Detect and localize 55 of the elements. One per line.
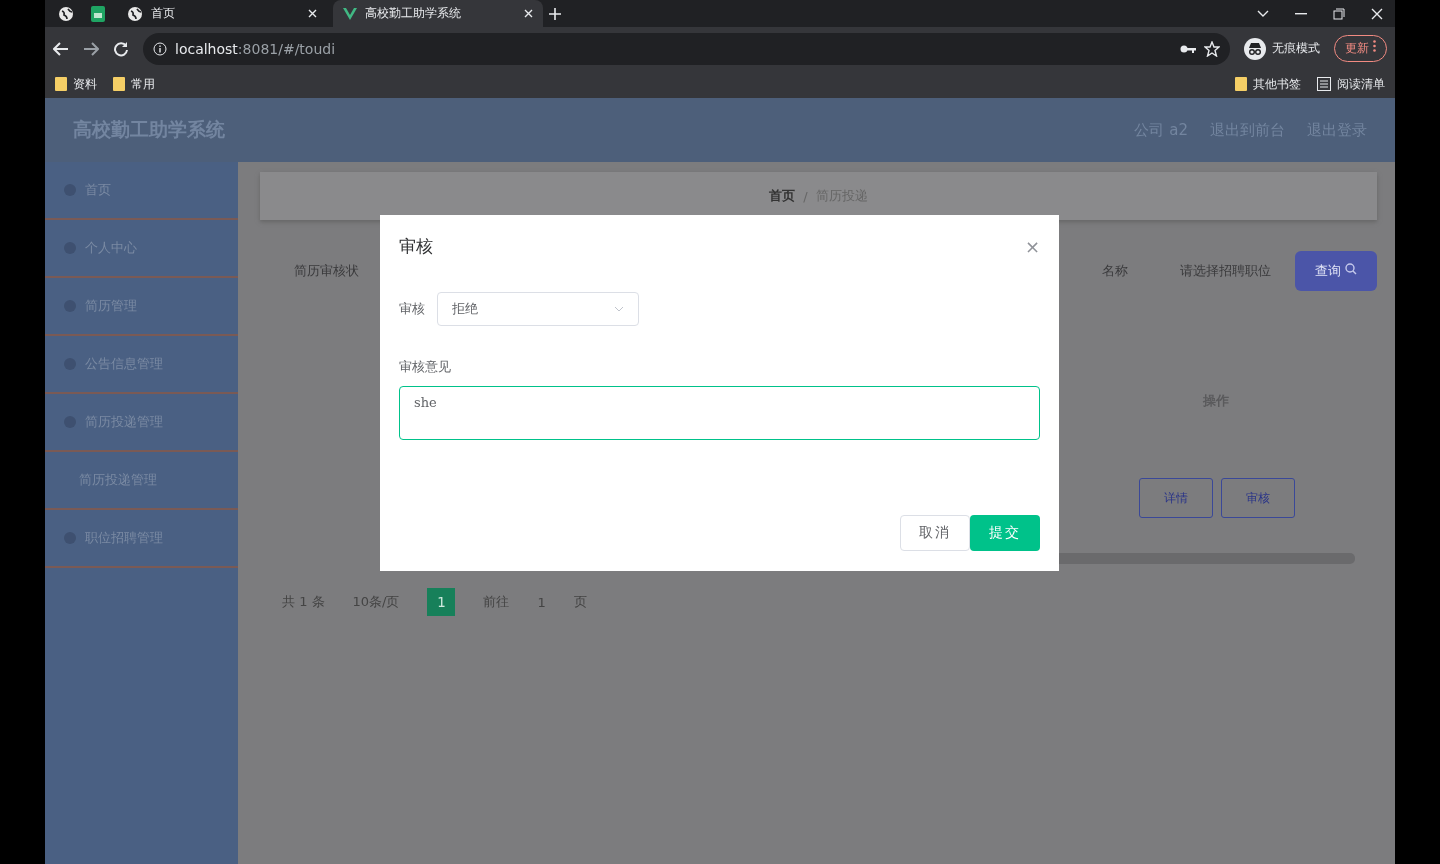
more-icon[interactable]: [1373, 40, 1376, 52]
globe-icon: [58, 5, 74, 22]
v-logo-icon: [343, 7, 357, 20]
search-label: 名称: [1102, 262, 1128, 280]
cancel-button[interactable]: 取消: [900, 515, 970, 551]
chevron-down-icon[interactable]: [1257, 9, 1269, 18]
query-button[interactable]: 查询: [1295, 251, 1377, 291]
goto-label: 前往: [483, 593, 510, 611]
goto-suffix: 页: [573, 593, 587, 611]
bookmark-folder-icon: [1235, 77, 1247, 91]
row-action-button[interactable]: 详情: [1139, 478, 1213, 518]
dialog-title: 审核: [399, 235, 433, 258]
close-tab-icon[interactable]: [524, 9, 533, 18]
page-button[interactable]: 1: [427, 588, 456, 616]
profile-label: 无痕模式: [1272, 40, 1321, 57]
search-label: 简历审核状: [294, 262, 359, 280]
globe-icon: [127, 5, 143, 22]
reading-list-icon[interactable]: [1317, 77, 1331, 91]
reading-list-label[interactable]: 阅读清单: [1337, 75, 1385, 93]
opinion-textarea[interactable]: she: [399, 386, 1040, 440]
reload-icon[interactable]: [113, 40, 129, 57]
bookmark[interactable]: 资料: [73, 75, 97, 93]
review-select[interactable]: 拒绝: [437, 292, 639, 326]
total-count: 共 1 条: [282, 593, 325, 611]
key-icon[interactable]: [1180, 43, 1197, 54]
breadcrumb-separator: /: [803, 188, 808, 204]
new-tab-icon[interactable]: [549, 7, 561, 20]
position-select[interactable]: 请选择招聘职位: [1180, 262, 1271, 280]
close-tab-icon[interactable]: [308, 9, 317, 18]
forward-icon[interactable]: [83, 41, 99, 56]
bookmark-folder-icon: [55, 77, 67, 91]
browser-tab[interactable]: 首页: [117, 0, 327, 27]
chevron-down-icon: [614, 306, 624, 312]
minimize-icon[interactable]: [1295, 12, 1307, 15]
submit-button[interactable]: 提交: [970, 515, 1040, 551]
close-icon[interactable]: [1371, 7, 1383, 20]
restore-icon[interactable]: [1333, 7, 1345, 20]
goto-page-field[interactable]: 1: [537, 594, 546, 610]
field-label: 审核意见: [399, 358, 452, 376]
close-button[interactable]: ×: [1024, 235, 1040, 257]
bookmark-folder-icon: [113, 77, 125, 91]
info-icon: [153, 41, 167, 56]
address-bar[interactable]: localhost:8081/#/toudi: [143, 32, 1231, 65]
breadcrumb-item[interactable]: 首页: [769, 187, 796, 205]
page-size-select[interactable]: 10条/页: [352, 593, 400, 611]
sheet-icon[interactable]: [91, 5, 105, 22]
star-icon[interactable]: [1204, 40, 1221, 57]
incognito-icon[interactable]: [1244, 37, 1267, 60]
back-icon[interactable]: [53, 41, 69, 56]
row-action-button[interactable]: 审核: [1221, 478, 1295, 518]
bookmark[interactable]: 其他书签: [1253, 75, 1301, 93]
search-icon: [1345, 263, 1358, 275]
browser-tab[interactable]: 高校勤工助学系统: [333, 0, 543, 27]
field-label: 审核: [399, 300, 425, 318]
bookmark[interactable]: 常用: [131, 75, 155, 93]
